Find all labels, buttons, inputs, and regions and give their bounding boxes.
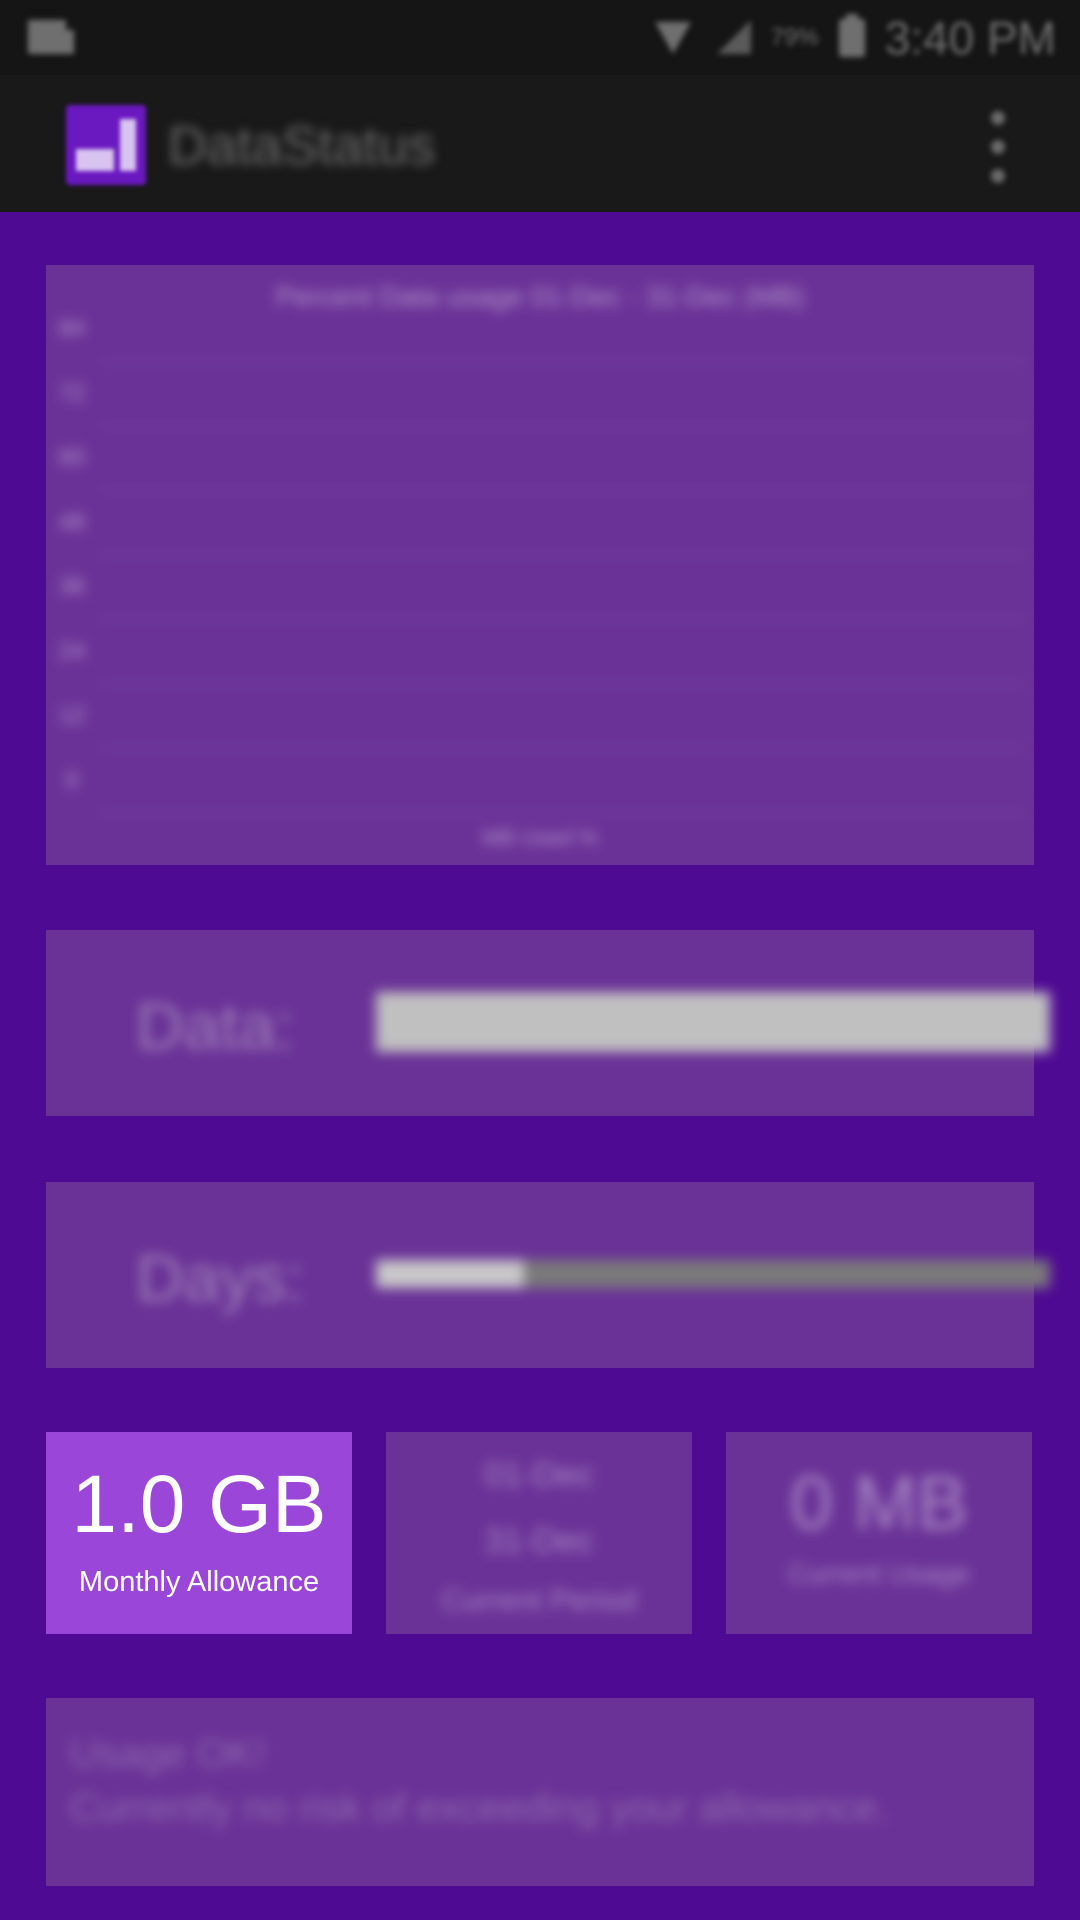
chart-y-tick-label: 36	[58, 573, 86, 600]
usage-status-card: Usage OK! Currently no risk of exceeding…	[46, 1698, 1034, 1886]
chart-y-tick-label: 72	[58, 379, 86, 407]
chart-y-tick-label: 60	[58, 444, 86, 471]
status-bar: 79% 3:40 PM	[0, 0, 1080, 75]
app-title: DataStatus	[168, 116, 436, 176]
data-progress-fill	[376, 992, 1050, 1052]
period-start: 01-Dec	[484, 1456, 594, 1494]
chart-y-tick-label: 48	[58, 508, 86, 536]
chart-gridline	[98, 811, 1028, 814]
usage-value: 0 MB	[790, 1461, 968, 1546]
app-logo-icon	[66, 105, 146, 185]
usage-chart: Percent Data usage 01-Dec - 31-Dec (MB) …	[46, 265, 1034, 865]
app-bar: DataStatus	[0, 75, 1080, 212]
days-progress-card: Days:	[46, 1182, 1050, 1368]
chart-x-axis-label: MB Used %	[481, 825, 599, 850]
battery-icon	[837, 13, 867, 63]
monthly-allowance-tile[interactable]: 1.0 GB Monthly Allowance	[46, 1432, 352, 1634]
chart-gridline	[98, 747, 1028, 749]
chart-gridline	[98, 553, 1028, 556]
chart-gridline	[98, 618, 1028, 620]
cell-signal-icon	[713, 16, 753, 61]
current-period-tile[interactable]: 01-Dec 31-Dec Current Period	[386, 1432, 692, 1634]
period-label: Current Period	[441, 1584, 637, 1617]
data-progress-bar	[376, 992, 1050, 1052]
status-message: Currently no risk of exceeding your allo…	[70, 1786, 889, 1830]
status-title: Usage OK!	[70, 1732, 266, 1776]
days-progress-fill	[376, 1260, 525, 1288]
current-usage-tile[interactable]: 0 MB Current Usage	[726, 1432, 1032, 1634]
chart-title: Percent Data usage 01-Dec - 31-Dec (MB)	[275, 281, 805, 312]
clock: 3:40 PM	[884, 12, 1056, 64]
chart-gridlines	[98, 360, 1028, 814]
chart-gridline	[98, 424, 1028, 427]
usage-label: Current Usage	[787, 1558, 971, 1589]
chart-gridline	[98, 489, 1028, 491]
allowance-label: Monthly Allowance	[78, 1566, 320, 1598]
chart-y-tick-label: 12	[58, 702, 86, 729]
chart-y-tick-label: 84	[58, 315, 86, 342]
data-progress-card: Data:	[46, 930, 1050, 1116]
wifi-icon	[651, 14, 695, 63]
chart-gridline	[98, 682, 1028, 685]
days-label: Days:	[136, 1241, 305, 1315]
chart-y-tick-label: 0	[65, 766, 79, 794]
chart-y-tick-label: 24	[58, 637, 86, 665]
days-progress-bar	[376, 1260, 1050, 1288]
battery-percent: 79%	[770, 24, 819, 51]
allowance-value: 1.0 GB	[71, 1459, 327, 1550]
overflow-menu-icon[interactable]	[986, 111, 1010, 183]
data-label: Data:	[136, 989, 294, 1063]
notification-icon	[26, 16, 80, 58]
period-end: 31-Dec	[484, 1522, 594, 1560]
chart-y-axis: 84 72 60 48 36 24 12 0	[52, 265, 92, 865]
chart-gridline	[98, 360, 1028, 362]
